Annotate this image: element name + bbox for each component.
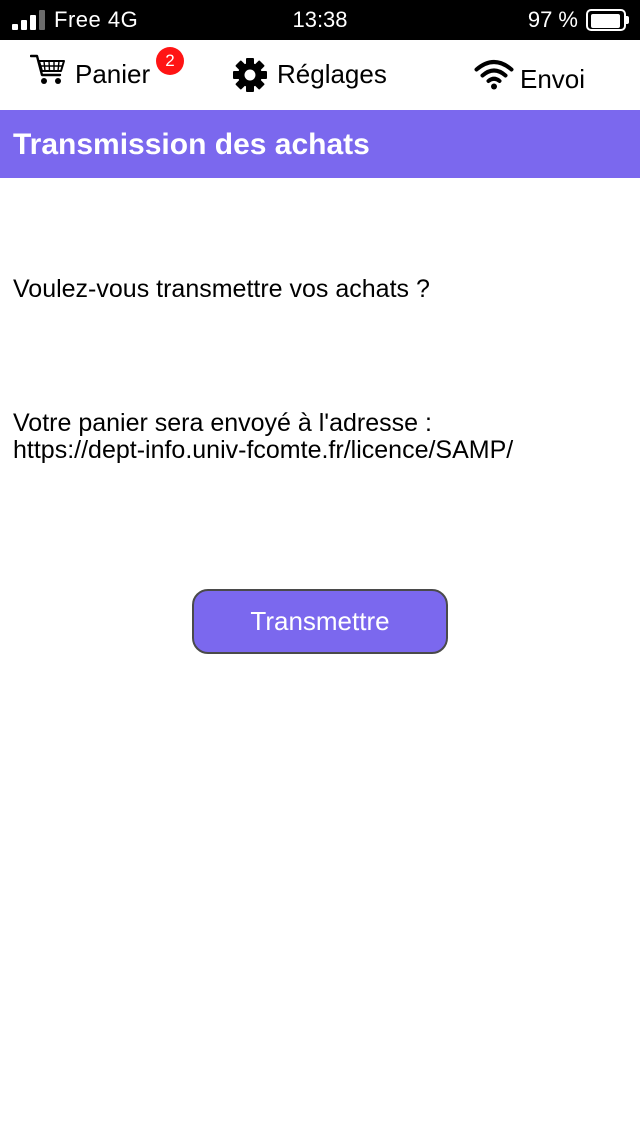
page-title: Transmission des achats [13, 128, 370, 161]
cart-count-badge: 2 [156, 47, 184, 75]
cart-label: Panier [75, 59, 151, 89]
battery-fill [591, 14, 620, 28]
send-label: Envoi [520, 64, 586, 94]
transmit-button[interactable]: Transmettre [192, 589, 448, 654]
wifi-icon [474, 60, 514, 90]
cart-icon [30, 54, 65, 84]
gear-icon [233, 58, 267, 92]
top-toolbar: Panier 2 Réglages Envoi [0, 40, 640, 110]
status-bar: Free 4G 13:38 97 % [0, 0, 640, 40]
destination-url: https://dept-info.univ-fcomte.fr/licence… [13, 436, 514, 464]
battery-percent: 97 % [527, 7, 578, 32]
destination-text: Votre panier sera envoyé à l'adresse : [13, 409, 432, 437]
battery-body [586, 9, 626, 31]
destination-info: Votre panier sera envoyé à l'adresse : h… [13, 410, 513, 464]
battery-icon [586, 9, 629, 31]
cart-button[interactable]: Panier 2 [28, 40, 188, 110]
settings-button[interactable]: Réglages [230, 40, 400, 110]
settings-label: Réglages [277, 59, 387, 89]
transmit-question: Voulez-vous transmettre vos achats ? [13, 275, 430, 303]
battery-tip [626, 16, 629, 24]
send-button-tab[interactable]: Envoi [474, 40, 604, 110]
page-header: Transmission des achats [0, 110, 640, 178]
